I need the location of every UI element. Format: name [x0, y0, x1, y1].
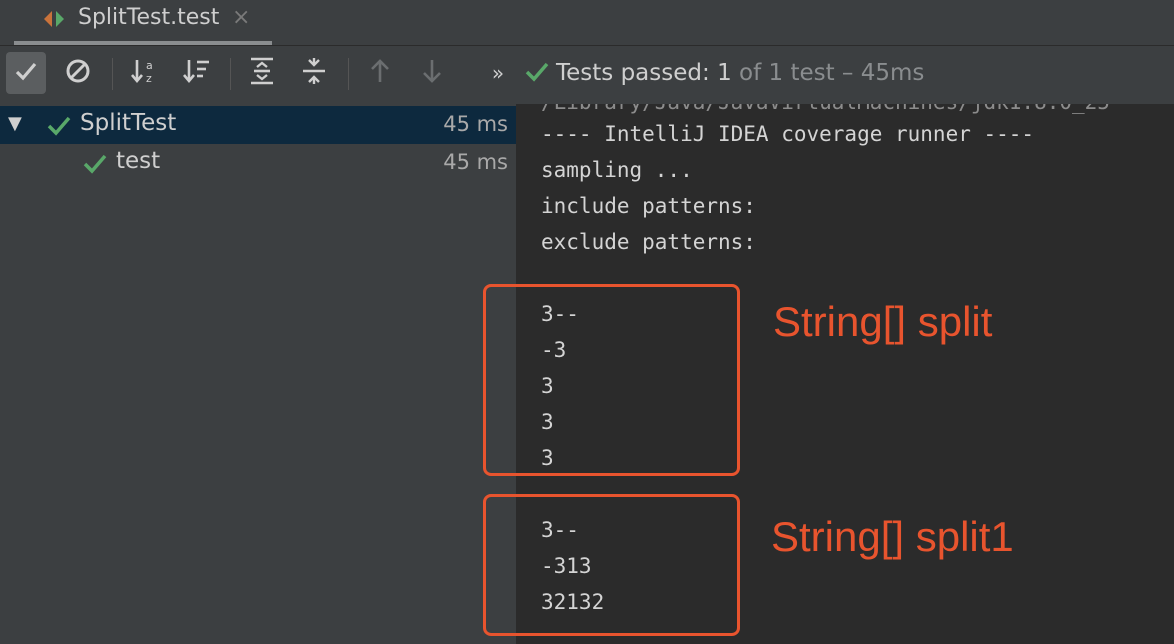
- tree-item-label: test: [116, 148, 161, 174]
- annotation-box-split: [483, 284, 740, 476]
- test-toolbar: a z » Tests passed: 1 of 1 test – 45ms: [0, 46, 1174, 104]
- toolbar-separator: [112, 58, 113, 90]
- check-icon: [13, 58, 39, 88]
- console-line: exclude patterns:: [541, 230, 756, 254]
- annotation-box-split1: [483, 494, 740, 636]
- arrow-up-icon: [368, 57, 392, 89]
- tab-bar: SplitTest.test ×: [0, 0, 1174, 46]
- expand-triangle-icon[interactable]: ▼: [8, 113, 22, 134]
- test-run-icon: [42, 9, 66, 29]
- tree-item-label: SplitTest: [80, 110, 177, 136]
- show-passed-button[interactable]: [6, 52, 46, 94]
- next-failed-button[interactable]: [412, 52, 452, 94]
- status-prefix: Tests passed:: [556, 60, 718, 86]
- toolbar-separator: [348, 58, 349, 90]
- sort-alpha-icon: a z: [129, 56, 159, 90]
- annotation-label-split: String[] split: [773, 298, 993, 345]
- status-detail: of 1 test – 45ms: [731, 60, 925, 86]
- tab-active-indicator: [14, 41, 272, 45]
- collapse-all-button[interactable]: [294, 52, 334, 94]
- arrow-down-icon: [420, 57, 444, 89]
- close-icon[interactable]: ×: [232, 5, 250, 30]
- tab-title: SplitTest.test: [78, 5, 220, 30]
- tree-item-duration: 45 ms: [443, 150, 508, 174]
- svg-text:z: z: [146, 72, 152, 85]
- console-line: ---- IntelliJ IDEA coverage runner ----: [541, 122, 1035, 146]
- expand-all-button[interactable]: [242, 52, 282, 94]
- expand-all-icon: [248, 56, 276, 90]
- tree-item-duration: 45 ms: [443, 112, 508, 136]
- svg-text:a: a: [146, 59, 153, 72]
- pass-check-icon: [524, 60, 550, 88]
- collapse-all-icon: [300, 56, 328, 90]
- test-tree: ▼ SplitTest 45 ms test 45 ms: [0, 104, 517, 644]
- sort-duration-icon: [181, 56, 211, 90]
- show-ignored-button[interactable]: [58, 52, 98, 94]
- console-line: /Library/Java/JavaVirtualMachines/jdk1.8…: [541, 104, 1110, 114]
- pass-check-icon: [46, 114, 72, 140]
- more-actions-button[interactable]: »: [480, 52, 516, 94]
- annotation-label-split1: String[] split1: [771, 513, 1014, 560]
- pass-check-icon: [82, 152, 108, 178]
- sort-alphabetically-button[interactable]: a z: [124, 52, 164, 94]
- tree-row-splittest[interactable]: ▼ SplitTest 45 ms: [0, 106, 516, 144]
- tab-splittest[interactable]: SplitTest.test ×: [14, 0, 272, 45]
- ignored-icon: [64, 57, 92, 89]
- tree-row-test[interactable]: test 45 ms: [0, 144, 516, 182]
- test-status: Tests passed: 1 of 1 test – 45ms: [524, 60, 924, 88]
- sort-by-duration-button[interactable]: [176, 52, 216, 94]
- previous-failed-button[interactable]: [360, 52, 400, 94]
- status-count: 1: [717, 60, 732, 86]
- toolbar-separator: [230, 58, 231, 90]
- console-line: include patterns:: [541, 194, 756, 218]
- console-line: sampling ...: [541, 158, 693, 182]
